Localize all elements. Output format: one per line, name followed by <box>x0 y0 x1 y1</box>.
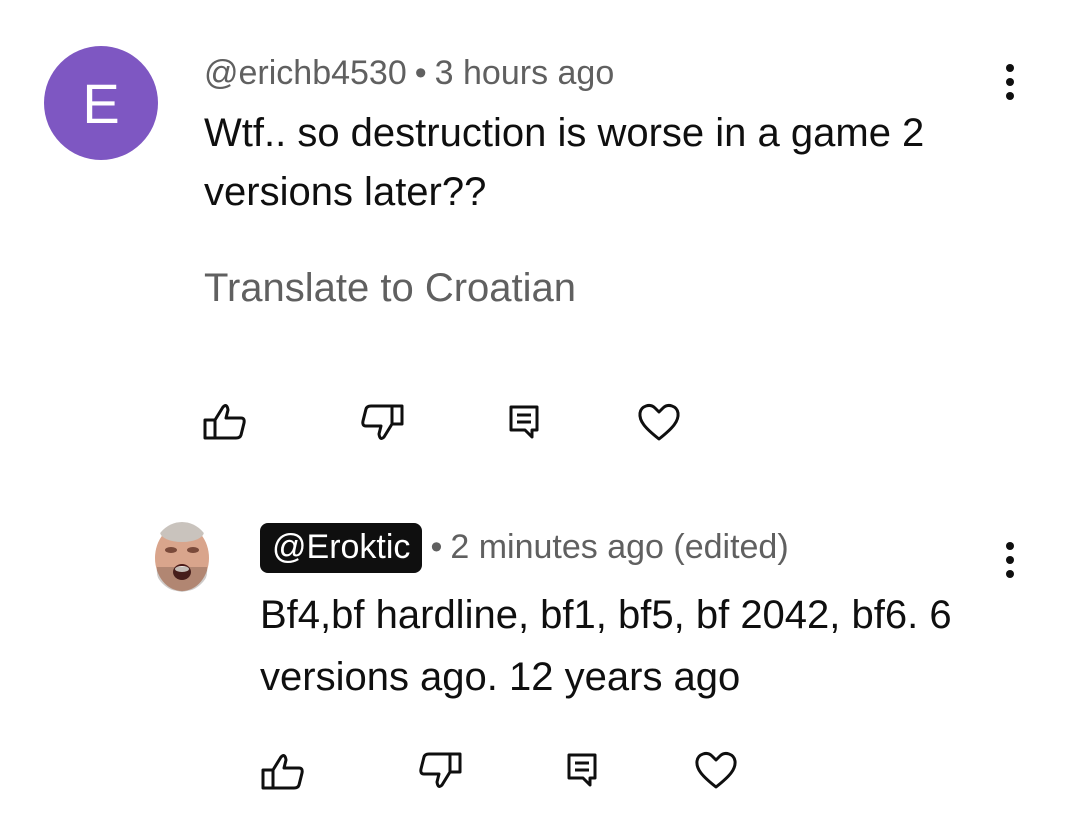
heart-icon <box>695 752 737 789</box>
reply-heart-button[interactable] <box>694 750 738 790</box>
comment-meta: @erichb4530 • 3 hours ago <box>204 54 614 93</box>
comment-more-button[interactable] <box>1000 60 1020 100</box>
more-vertical-icon <box>1006 64 1014 72</box>
reply-reply-button[interactable] <box>566 752 598 788</box>
reply-more-button[interactable] <box>1000 538 1020 578</box>
comment-text: Wtf.. so destruction is worse in a game … <box>204 104 1024 222</box>
avatar-letter: E <box>82 71 120 135</box>
reply-avatar[interactable] <box>152 522 212 592</box>
meta-separator: • <box>430 528 443 566</box>
thumbs-up-icon <box>261 754 304 790</box>
comment-author[interactable]: @erichb4530 <box>204 54 407 92</box>
reply-comment-icon <box>567 753 597 787</box>
more-dot <box>1006 556 1014 564</box>
more-dot <box>1006 570 1014 578</box>
reply-comment-icon <box>509 405 539 439</box>
translate-link[interactable]: Translate to Croatian <box>204 266 576 311</box>
heart-button[interactable] <box>637 402 681 442</box>
like-button[interactable] <box>203 402 247 442</box>
meta-separator: • <box>414 54 427 92</box>
reply-time[interactable]: 2 minutes ago (edited) <box>450 528 788 566</box>
more-vertical-icon <box>1006 542 1014 550</box>
comment-text-line: Wtf.. so destruction is worse in a game … <box>204 111 925 155</box>
comment-text-line: versions later?? <box>204 170 487 214</box>
more-dot <box>1006 92 1014 100</box>
heart-icon <box>638 404 680 441</box>
reply-author-chip[interactable]: @Eroktic <box>260 523 423 573</box>
comment-time[interactable]: 3 hours ago <box>435 54 615 92</box>
reply-avatar-photo <box>152 522 212 592</box>
thumbs-down-icon <box>361 404 404 440</box>
reply-button[interactable] <box>508 404 540 440</box>
avatar[interactable]: E <box>44 46 158 160</box>
reply-text-line: versions ago. 12 years ago <box>260 655 741 699</box>
more-dot <box>1006 78 1014 86</box>
dislike-button[interactable] <box>360 404 404 444</box>
reply-text-line: Bf4,bf hardline, bf1, bf5, bf 2042, bf6.… <box>260 593 952 637</box>
thumbs-up-icon <box>203 404 246 440</box>
thumbs-down-icon <box>419 752 462 788</box>
reply-dislike-button[interactable] <box>418 752 462 792</box>
reply-meta: @Eroktic • 2 minutes ago (edited) <box>260 523 789 573</box>
reply-text: Bf4,bf hardline, bf1, bf5, bf 2042, bf6.… <box>260 584 1040 708</box>
reply-like-button[interactable] <box>261 752 305 792</box>
